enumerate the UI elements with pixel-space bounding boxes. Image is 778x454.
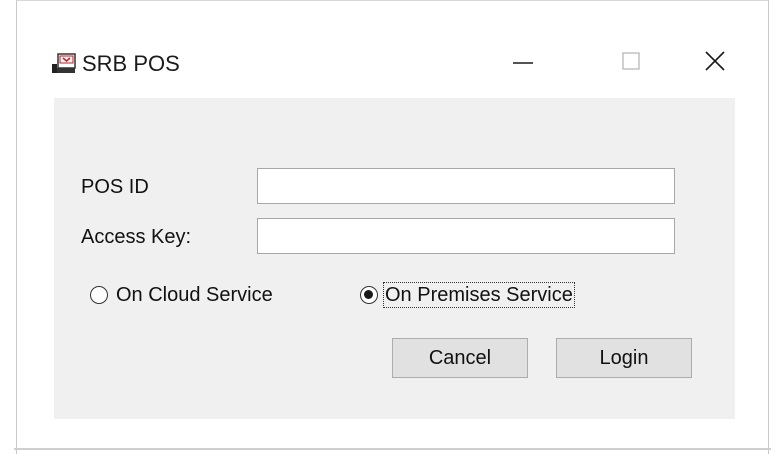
cancel-button[interactable]: Cancel	[392, 338, 528, 378]
minimize-button[interactable]	[495, 41, 551, 85]
close-icon	[703, 49, 727, 78]
on-cloud-service-radio[interactable]: On Cloud Service	[90, 283, 273, 307]
on-premises-service-label[interactable]: On Premises Service	[383, 282, 575, 308]
login-window: SRB POS POS ID Access Key: On Cloud Serv…	[16, 0, 769, 454]
radio-checked-icon[interactable]	[360, 286, 378, 304]
pos-terminal-icon	[52, 53, 76, 75]
maximize-icon	[620, 50, 642, 77]
pos-id-label: POS ID	[81, 176, 149, 198]
close-button[interactable]	[687, 41, 743, 85]
access-key-field[interactable]	[258, 219, 674, 253]
form-panel: POS ID Access Key: On Cloud Service On P…	[54, 98, 735, 419]
pos-id-field[interactable]	[258, 169, 674, 203]
access-key-field-frame[interactable]	[257, 218, 675, 254]
access-key-label: Access Key:	[81, 226, 192, 248]
on-premises-service-radio[interactable]: On Premises Service	[360, 282, 575, 308]
pos-id-field-frame[interactable]	[257, 168, 675, 204]
on-cloud-service-label[interactable]: On Cloud Service	[116, 283, 273, 307]
minimize-icon	[512, 50, 534, 77]
window-bottom-border	[14, 448, 771, 450]
login-button[interactable]: Login	[556, 338, 692, 378]
maximize-button[interactable]	[603, 41, 659, 85]
window-title: SRB POS	[82, 51, 180, 76]
radio-unchecked-icon[interactable]	[90, 286, 108, 304]
